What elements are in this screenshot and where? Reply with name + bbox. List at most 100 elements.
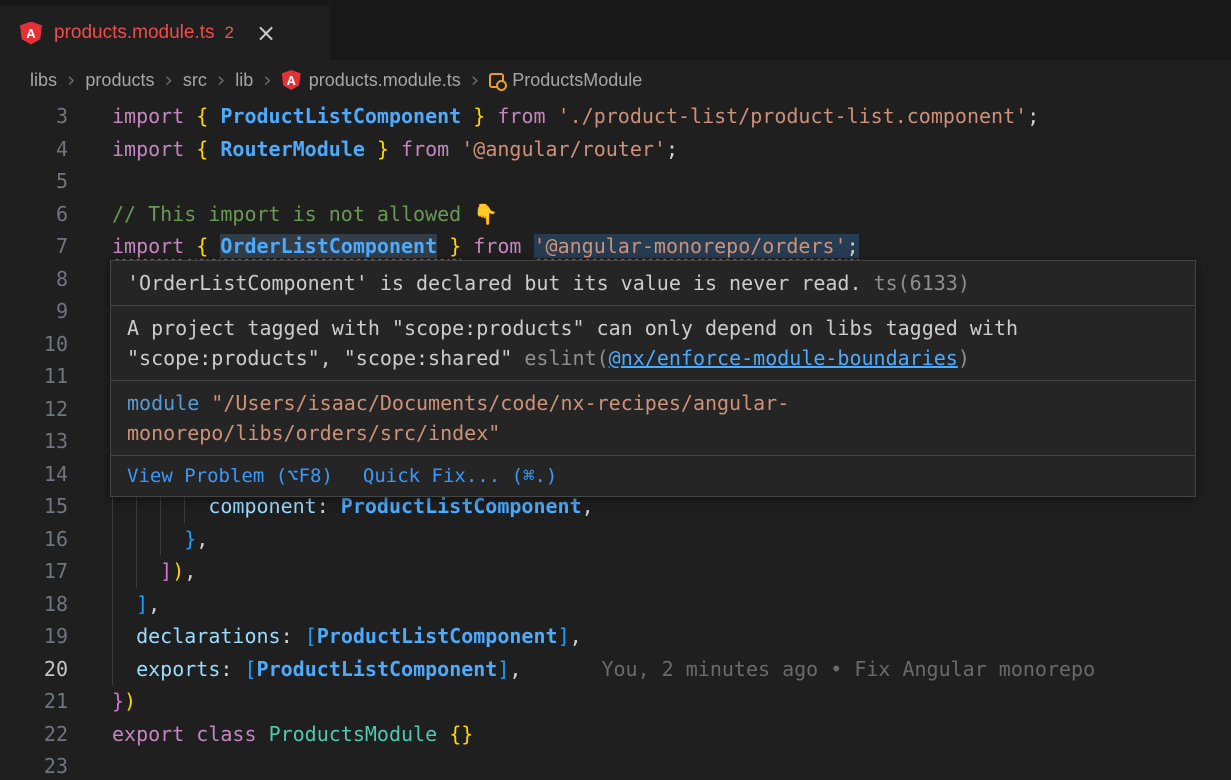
- line-number: 21: [0, 685, 68, 718]
- token: [521, 234, 533, 258]
- token: ProductListComponent: [317, 624, 558, 648]
- eslint-source-open: eslint(: [524, 346, 608, 370]
- line-number: 18: [0, 588, 68, 621]
- code-line-16: 16 },: [0, 523, 1231, 556]
- breadcrumb: libs › products › src › lib › Aproducts.module.t…: [0, 60, 1231, 100]
- line-number: 9: [0, 295, 68, 328]
- eslint-message-line2: "scope:products", "scope:shared": [127, 346, 512, 370]
- code-line-22: 22 export class ProductsModule {}: [0, 718, 1231, 751]
- token: ]: [136, 592, 148, 616]
- hover-module-info: module "/Users/isaac/Documents/code/nx-r…: [111, 381, 1195, 456]
- token: ;: [1027, 104, 1039, 128]
- eslint-message-line1: A project tagged with "scope:products" c…: [127, 316, 1018, 340]
- token: [184, 722, 196, 746]
- token: {: [196, 234, 208, 258]
- token: [365, 137, 377, 161]
- line-number: 5: [0, 165, 68, 198]
- code-content: import { ProductListComponent } from './…: [112, 100, 1039, 133]
- token: component: [208, 494, 316, 518]
- code-line-20: 20 exports: [ProductListComponent],You, …: [0, 653, 1231, 686]
- token: [: [244, 657, 256, 681]
- token: RouterModule: [220, 137, 365, 161]
- token: [293, 624, 305, 648]
- breadcrumb-label: libs: [30, 70, 57, 91]
- code-content: export class ProductsModule {}: [112, 718, 473, 751]
- line-number: 3: [0, 100, 68, 133]
- token: class: [196, 722, 256, 746]
- token: [257, 722, 269, 746]
- indent-guide: [136, 523, 137, 556]
- token: ,: [582, 494, 594, 518]
- breadcrumb-item-products[interactable]: products: [85, 70, 154, 91]
- hover-ts-diagnostic: 'OrderListComponent' is declared but its…: [111, 261, 1195, 306]
- quick-fix-link[interactable]: Quick Fix... (⌘.): [363, 461, 557, 491]
- token: }: [184, 527, 196, 551]
- token: from: [401, 137, 449, 161]
- token: {: [196, 137, 208, 161]
- breadcrumb-label: products: [85, 70, 154, 91]
- module-path-line1: "/Users/isaac/Documents/code/nx-recipes/…: [211, 391, 789, 415]
- line-number: 6: [0, 198, 68, 231]
- token: ,: [184, 559, 196, 583]
- line-number: 20: [0, 653, 68, 686]
- token: [208, 137, 220, 161]
- tab-filename: products.module.ts: [54, 22, 215, 44]
- indent-guide: [112, 523, 113, 556]
- chevron-right-icon: ›: [263, 70, 271, 91]
- indent-guide: [112, 555, 113, 588]
- code-line-19: 19 declarations: [ProductListComponent],: [0, 620, 1231, 653]
- chevron-right-icon: ›: [67, 70, 75, 91]
- line-number: 22: [0, 718, 68, 751]
- code-content: ]),: [112, 555, 196, 588]
- breadcrumb-label: lib: [235, 70, 253, 91]
- breadcrumb-item-products-module-ts[interactable]: Aproducts.module.ts: [282, 70, 461, 91]
- breadcrumb-item-lib[interactable]: lib: [235, 70, 253, 91]
- token: OrderListComponent: [220, 234, 437, 258]
- line-number: 10: [0, 328, 68, 361]
- indent-guide: [112, 588, 113, 621]
- token: ): [124, 689, 136, 713]
- editor[interactable]: 3 import { ProductListComponent } from '.…: [0, 100, 1231, 780]
- token: {: [196, 104, 208, 128]
- token: :: [281, 624, 293, 648]
- token: [329, 494, 341, 518]
- line-number: 13: [0, 425, 68, 458]
- token: :: [317, 494, 329, 518]
- close-icon[interactable]: ×: [256, 21, 276, 45]
- token: ProductListComponent: [341, 494, 582, 518]
- code-line-6: 6// This import is not allowed 👇: [0, 198, 1231, 231]
- token: ): [172, 559, 184, 583]
- token: ProductListComponent: [257, 657, 498, 681]
- class-symbol-icon: [489, 73, 504, 88]
- breadcrumb-item-libs[interactable]: libs: [30, 70, 57, 91]
- code-line-3: 3 import { ProductListComponent } from '.…: [0, 100, 1231, 133]
- token: [461, 234, 473, 258]
- line-number: 11: [0, 360, 68, 393]
- token: [184, 104, 196, 128]
- indent-whitespace: [112, 624, 136, 648]
- token: [208, 104, 220, 128]
- token: '@angular/router': [461, 137, 666, 161]
- eslint-rule-link[interactable]: @nx/enforce-module-boundaries: [609, 346, 958, 370]
- chevron-right-icon: ›: [217, 70, 225, 91]
- breadcrumb-item-src[interactable]: src: [183, 70, 207, 91]
- token: export: [112, 722, 184, 746]
- code-line-17: 17 ]),: [0, 555, 1231, 588]
- line-number: 14: [0, 458, 68, 491]
- chevron-right-icon: ›: [164, 70, 172, 91]
- breadcrumb-item-productsmodule[interactable]: ProductsModule: [489, 70, 642, 91]
- angular-icon: A: [20, 22, 42, 45]
- token: :: [220, 657, 232, 681]
- ts-diagnostic-message: 'OrderListComponent' is declared but its…: [127, 271, 862, 295]
- tab-products-module-ts[interactable]: A products.module.ts 2 ×: [0, 6, 330, 60]
- chevron-right-icon: ›: [471, 70, 479, 91]
- token: './product-list/product-list.component': [558, 104, 1028, 128]
- token: ,: [509, 657, 521, 681]
- token: }: [449, 234, 461, 258]
- token: exports: [136, 657, 220, 681]
- token: }: [473, 104, 485, 128]
- breadcrumb-label: ProductsModule: [512, 70, 642, 91]
- view-problem-link[interactable]: View Problem (⌥F8): [127, 461, 333, 491]
- token: ,: [196, 527, 208, 551]
- angular-icon-letter: A: [287, 73, 296, 88]
